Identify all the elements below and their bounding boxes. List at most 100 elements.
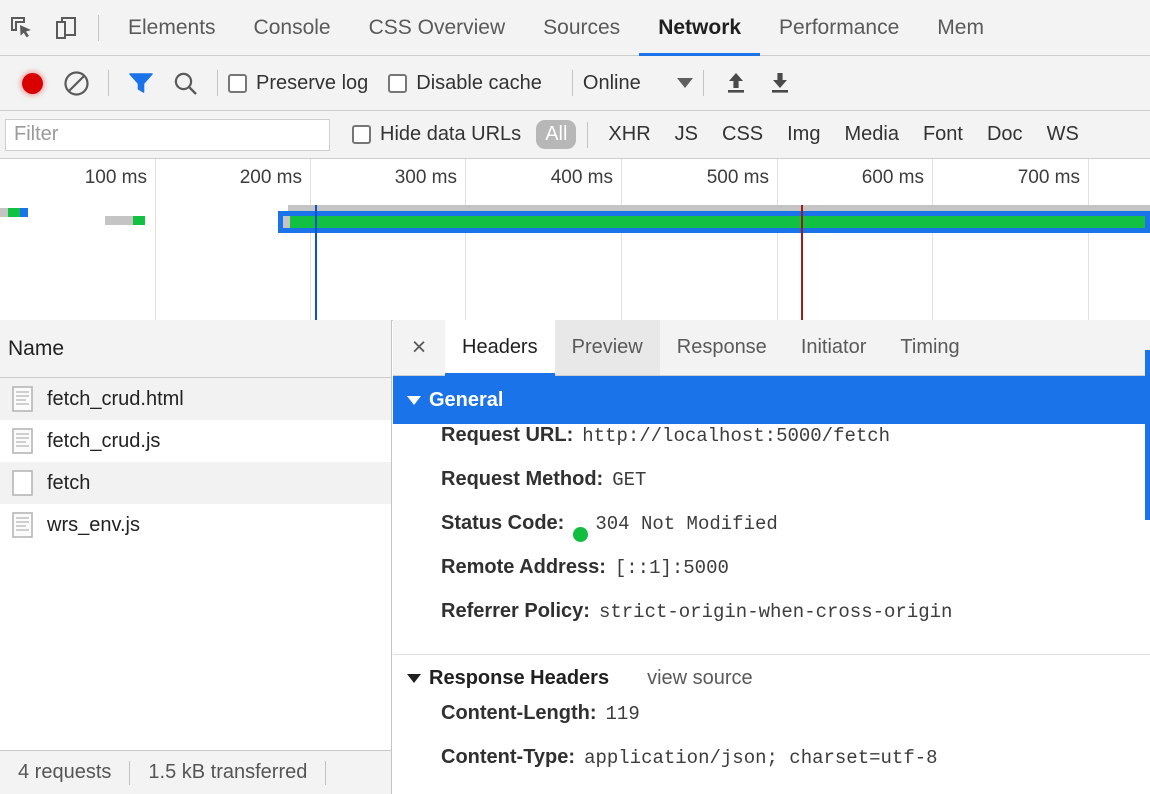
tab-memory[interactable]: Mem [918,0,1003,56]
record-icon [21,72,43,94]
response-headers-title: Response Headers [429,667,610,689]
tab-label: CSS Overview [368,15,506,39]
filter-toggle-button[interactable] [119,61,163,105]
type-filter-js[interactable]: JS [666,120,707,149]
general-section-title: General [429,388,504,411]
dom-content-loaded-line [315,205,317,320]
header-key: Request URL: [441,424,574,446]
header-value: 304 Not Modified [595,513,778,535]
tab-network[interactable]: Network [639,0,760,56]
type-filter-font[interactable]: Font [914,120,972,149]
tab-css-overview[interactable]: CSS Overview [350,0,525,56]
header-row-request-url: Request URL: http://localhost:5000/fetch [393,424,1150,468]
search-button[interactable] [163,61,207,105]
export-har-button[interactable] [758,61,802,105]
close-icon[interactable]: × [393,320,445,375]
type-filter-doc[interactable]: Doc [978,120,1032,149]
request-list-header[interactable]: Name [0,320,391,378]
general-section-header[interactable]: General [393,376,1150,424]
inspect-element-icon[interactable] [0,6,44,50]
overview-tick-label: 600 ms [861,167,924,188]
disable-cache-label: Disable cache [416,71,542,94]
tab-label: Network [658,15,742,39]
header-value: http://localhost:5000/fetch [582,425,891,447]
throttling-select[interactable]: Online [583,72,693,95]
tab-response[interactable]: Response [660,320,784,375]
toolbar-divider [98,14,99,41]
tab-console[interactable]: Console [235,0,350,56]
request-row-fetch-crud-js[interactable]: fetch_crud.js [0,420,391,462]
overview-tick-label: 400 ms [550,167,613,188]
checkbox-box [352,125,371,144]
hide-data-urls-label: Hide data URLs [380,123,522,145]
response-headers-section-header[interactable]: Response Headers view source [393,654,1150,702]
record-button[interactable] [10,61,54,105]
tab-elements[interactable]: Elements [109,0,235,56]
type-filter-all[interactable]: All [536,120,577,149]
filter-bar: Filter Hide data URLs All XHR JS CSS Img… [0,111,1150,159]
request-row-wrs-env-js[interactable]: wrs_env.js [0,504,391,546]
view-source-link[interactable]: view source [647,667,753,690]
type-filter-css[interactable]: CSS [713,120,772,149]
overview-gridline [465,159,466,320]
tab-preview[interactable]: Preview [554,320,660,375]
load-event-line [801,205,803,320]
status-divider [325,760,327,785]
type-filter-xhr[interactable]: XHR [599,120,659,149]
tab-timing[interactable]: Timing [883,320,976,375]
column-header-name: Name [8,336,65,360]
overview-tick-label: 500 ms [706,167,769,188]
tab-sources[interactable]: Sources [524,0,639,56]
type-filter-img[interactable]: Img [778,120,829,149]
device-toolbar-icon[interactable] [44,6,88,50]
header-value: application/json; charset=utf-8 [584,747,938,769]
overview-gridline [155,159,156,320]
overview-tick-label: 700 ms [1017,167,1080,188]
header-row-referrer-policy: Referrer Policy: strict-origin-when-cros… [393,600,1150,644]
tab-label: Console [253,15,331,39]
network-control-toolbar: Preserve log Disable cache Online [0,56,1150,111]
preserve-log-checkbox[interactable]: Preserve log [228,72,368,95]
tab-performance[interactable]: Performance [760,0,918,56]
upload-arrow-icon [727,73,744,93]
type-filter-ws[interactable]: WS [1038,120,1088,149]
import-har-button[interactable] [714,61,758,105]
blank-document-icon [12,470,33,496]
request-row-fetch-crud-html[interactable]: fetch_crud.html [0,378,391,420]
triangle-down-icon [407,395,421,405]
header-value: strict-origin-when-cross-origin [598,601,953,623]
network-status-bar: 4 requests 1.5 kB transferred [0,750,392,794]
tab-label: Preview [571,336,643,358]
document-icon [12,386,33,412]
filter-input[interactable]: Filter [5,118,330,151]
header-key: Status Code: [441,512,565,534]
header-row-remote-address: Remote Address: [::1]:5000 [393,556,1150,600]
clear-button[interactable] [54,61,98,105]
tab-label: Elements [128,15,216,39]
header-row-request-method: Request Method: GET [393,468,1150,512]
download-arrow-icon [771,73,788,93]
overview-gridline [1088,159,1089,320]
header-row-content-length: Content-Length: 119 [393,702,1150,746]
transferred-size: 1.5 kB transferred [148,761,308,783]
filter-divider [587,121,589,148]
chevron-down-icon [676,78,693,88]
disable-cache-checkbox[interactable]: Disable cache [388,72,542,95]
request-name: fetch_crud.html [47,387,184,410]
header-value: 119 [605,703,640,725]
type-filter-media[interactable]: Media [835,120,907,149]
request-name: wrs_env.js [47,513,140,536]
request-name: fetch [47,471,91,494]
toolbar-divider [702,70,704,96]
checkbox-box [228,73,247,93]
request-row-fetch[interactable]: fetch [0,462,391,504]
tab-initiator[interactable]: Initiator [784,320,884,375]
timeline-overview[interactable]: 100 ms 200 ms 300 ms 400 ms 500 ms 600 m… [0,159,1150,321]
tab-headers[interactable]: Headers [445,320,555,376]
details-scrollbar[interactable] [1145,320,1150,794]
hide-data-urls-checkbox[interactable]: Hide data URLs [352,123,521,146]
details-tabbar: × Headers Preview Response Initiator Tim… [393,320,1150,376]
overview-gridline [777,159,778,320]
toolbar-divider [217,70,218,96]
status-dot-icon [573,526,589,542]
